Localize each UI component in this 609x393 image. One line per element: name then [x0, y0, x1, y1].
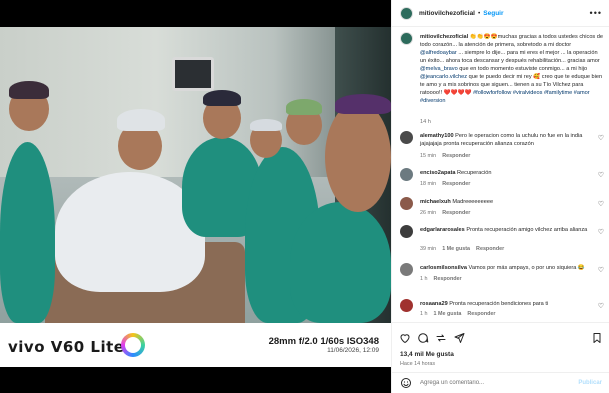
camera-date: 11/06/2026, 12:09 — [327, 347, 379, 354]
comment-meta: 39 min 1 Me gusta Responder — [420, 246, 504, 252]
comments-area[interactable]: mitiovilchezoficial 👏👏😍😍muchas gracias a… — [392, 27, 609, 322]
reply-button[interactable]: Responder — [442, 181, 470, 187]
camera-specs: 28mm f/2.0 1/60s ISO348 — [268, 336, 379, 347]
photo-head-selfie — [325, 102, 391, 212]
reply-button[interactable]: Responder — [442, 210, 470, 216]
comment-avatar[interactable] — [400, 131, 413, 144]
comment-body: Pronta recuperación bendiciones para ti — [449, 301, 549, 307]
author-avatar[interactable] — [400, 6, 413, 20]
separator-dot: • — [478, 9, 481, 17]
comment-username[interactable]: michaelxuh — [420, 199, 451, 205]
comment-time: 39 min — [420, 246, 437, 252]
photo-monitor — [172, 57, 214, 91]
comment-text: rosaana29 Pronta recuperación bendicione… — [420, 300, 590, 308]
comment-meta: 1 h 1 Me gusta Responder — [420, 311, 496, 317]
post-media: vivo V60 Lite 28mm f/2.0 1/60s ISO348 11… — [0, 0, 391, 393]
comment-text: carlosmilsonsilva Vamos por más ampays, … — [420, 264, 590, 272]
photo-cap-selfie — [335, 94, 391, 114]
comment-avatar[interactable] — [400, 197, 413, 210]
comment-username[interactable]: alemathy100 — [420, 133, 454, 139]
comment-avatar[interactable] — [400, 263, 413, 276]
post-side-panel: mitiovilchezoficial • Seguir ••• mitiovi… — [391, 0, 609, 393]
follow-button[interactable]: Seguir — [483, 10, 503, 17]
caption-avatar[interactable] — [400, 32, 413, 45]
comment-like-icon[interactable]: ♡ — [598, 302, 604, 310]
emoji-icon[interactable] — [400, 377, 412, 389]
like-icon[interactable] — [399, 332, 411, 344]
comment-like-icon[interactable]: ♡ — [598, 228, 604, 236]
caption-username[interactable]: mitiovilchezoficial — [420, 34, 468, 40]
photo-cap-right2 — [286, 99, 322, 115]
comment-body: Recuperación — [457, 170, 492, 176]
comment-like-icon[interactable]: ♡ — [598, 200, 604, 208]
likes-count[interactable]: 13,4 mil Me gusta — [400, 351, 454, 358]
reply-button[interactable]: Responder — [434, 276, 462, 282]
share-icon[interactable] — [453, 332, 465, 344]
comment-username[interactable]: carlosmilsonsilva — [420, 265, 467, 271]
comment-like-icon[interactable]: ♡ — [598, 266, 604, 274]
comment-text: alemathy100 Pero le operacion como la uc… — [420, 132, 590, 148]
comment-meta: 18 min Responder — [420, 181, 470, 187]
comment-username[interactable]: edgarlararosales — [420, 227, 465, 233]
caption-text: mitiovilchezoficial 👏👏😍😍muchas gracias a… — [420, 33, 603, 105]
photo-cap-right — [250, 119, 282, 131]
add-comment-bar: Publicar — [392, 372, 609, 393]
post-header: mitiovilchezoficial • Seguir ••• — [392, 0, 609, 27]
photo-cap-mid — [203, 90, 241, 106]
repost-icon[interactable] — [435, 332, 447, 344]
comment-time: 1 h — [420, 311, 428, 317]
comment-body: Vamos por más ampays, o por uno siquiera… — [468, 265, 585, 271]
comment-meta: 26 min Responder — [420, 210, 470, 216]
comment-like-icon[interactable]: ♡ — [598, 171, 604, 179]
reply-button[interactable]: Responder — [467, 311, 495, 317]
post-time: Hace 14 horas — [400, 361, 436, 367]
author-username[interactable]: mitiovilchezoficial — [419, 10, 475, 17]
photo-cap-patient — [117, 109, 165, 131]
action-icons — [399, 332, 465, 344]
comment-time: 26 min — [420, 210, 437, 216]
publish-button[interactable]: Publicar — [578, 380, 602, 386]
comment-time: 18 min — [420, 181, 437, 187]
comment-avatar[interactable] — [400, 225, 413, 238]
photo-person-selfie — [290, 202, 391, 323]
comment-time: 1 h — [420, 276, 428, 282]
photo-cap-left — [9, 81, 49, 99]
comment-text: michaelxuh Madreeeeeeeee — [420, 198, 590, 206]
mention-alfredoaybar[interactable]: @alfredoaybar — [420, 50, 457, 56]
caption-time: 14 h — [420, 119, 431, 125]
comment-username[interactable]: rosaana29 — [420, 301, 448, 307]
comment-meta: 15 min Responder — [420, 153, 470, 159]
comment-avatar[interactable] — [400, 168, 413, 181]
comment-like-icon[interactable]: ♡ — [598, 134, 604, 142]
mention-melva-bravo[interactable]: @melva_bravo — [420, 66, 458, 72]
comment-likes-count[interactable]: 1 Me gusta — [434, 311, 462, 317]
comment-body: Madreeeeeeeee — [452, 199, 494, 205]
caption-part-4: que en todo momento estuviste conmigo...… — [457, 66, 588, 72]
comment-icon[interactable] — [417, 332, 429, 344]
more-options-icon[interactable]: ••• — [590, 8, 602, 18]
comment-text: enciso2apata Recuperación — [420, 169, 590, 177]
comment-input[interactable] — [420, 380, 579, 386]
post-actions: 13,4 mil Me gusta Hace 14 horas — [392, 322, 609, 372]
comment-body: Pronta recuperación amigo vilchez arriba… — [466, 227, 588, 233]
save-bookmark-icon[interactable] — [591, 332, 603, 344]
comment-text: edgarlararosales Pronta recuperación ami… — [420, 226, 590, 234]
comment-username[interactable]: enciso2apata — [420, 170, 455, 176]
comment-likes-count[interactable]: 1 Me gusta — [442, 246, 470, 252]
mention-jeancarlo[interactable]: @jeancarlo.vilchez — [420, 74, 467, 80]
reply-button[interactable]: Responder — [476, 246, 504, 252]
camera-badge-icon — [121, 333, 145, 357]
photo-person-left — [0, 142, 55, 323]
post-photo[interactable] — [0, 27, 391, 323]
reply-button[interactable]: Responder — [442, 153, 470, 159]
camera-brand: vivo V60 Lite — [8, 338, 125, 356]
comment-time: 15 min — [420, 153, 437, 159]
comment-avatar[interactable] — [400, 299, 413, 312]
comment-meta: 1 h Responder — [420, 276, 462, 282]
